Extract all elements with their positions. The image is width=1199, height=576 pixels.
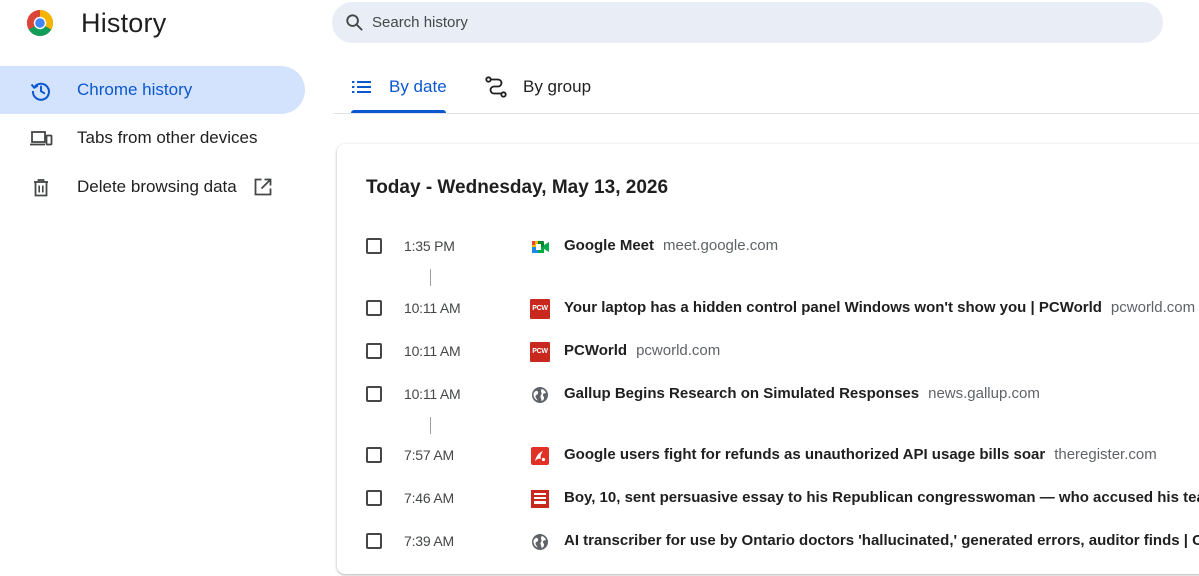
- tab-by-date[interactable]: By date: [351, 66, 447, 114]
- sidebar-item-label: Chrome history: [77, 80, 193, 99]
- history-entry-link[interactable]: Your laptop has a hidden control panel W…: [564, 299, 1199, 316]
- row-checkbox[interactable]: [366, 343, 382, 359]
- page-title: History: [81, 8, 167, 38]
- page-title-text: AI transcriber for use by Ontario doctor…: [564, 532, 1199, 549]
- visit-time: 7:57 AM: [404, 447, 454, 463]
- trash-icon: [34, 179, 48, 197]
- domain-text: pcworld.com: [1110, 299, 1196, 316]
- row-checkbox[interactable]: [366, 300, 382, 316]
- sidebar-item-label: Tabs from other devices: [77, 128, 258, 147]
- the-register-icon: [531, 447, 549, 465]
- domain-text: theregister.com: [1054, 446, 1157, 463]
- row-checkbox[interactable]: [366, 386, 382, 402]
- tabs-divider: [333, 113, 1199, 114]
- date-heading: Today - Wednesday, May 13, 2026: [366, 177, 669, 198]
- time-gap-line: [430, 417, 431, 434]
- history-entry-link[interactable]: Gallup Begins Research on Simulated Resp…: [564, 385, 1199, 402]
- history-entry-link[interactable]: AI transcriber for use by Ontario doctor…: [564, 532, 1199, 549]
- row-checkbox[interactable]: [366, 238, 382, 254]
- journeys-icon: [485, 76, 507, 98]
- history-row[interactable]: 1:35 PM Google Meet meet.google.com: [337, 227, 1199, 267]
- search-icon[interactable]: [345, 13, 364, 32]
- visit-time: 10:11 AM: [404, 343, 461, 359]
- history-entry-link[interactable]: Google Meet meet.google.com: [564, 237, 1199, 254]
- page-title-text: PCWorld: [564, 342, 628, 359]
- row-checkbox[interactable]: [366, 447, 382, 463]
- history-row[interactable]: 7:39 AM AI transcriber for use by Ontari…: [337, 522, 1199, 562]
- page-title-text: Google Meet: [564, 237, 655, 254]
- history-page: History Chrome history Tabs from other d…: [0, 0, 1199, 576]
- visit-time: 7:39 AM: [404, 533, 454, 549]
- sidebar-item-delete-browsing-data[interactable]: Delete browsing data: [0, 163, 300, 211]
- history-entry-link[interactable]: Boy, 10, sent persuasive essay to his Re…: [564, 489, 1199, 506]
- visit-time: 7:46 AM: [404, 490, 454, 506]
- history-row[interactable]: 7:57 AM Google users fight for refunds a…: [337, 436, 1199, 476]
- row-checkbox[interactable]: [366, 490, 382, 506]
- sidebar-item-chrome-history[interactable]: Chrome history: [0, 66, 305, 114]
- chrome-logo-icon: [26, 10, 54, 37]
- domain-text: pcworld.com: [636, 342, 721, 359]
- sidebar-item-tabs-from-other-devices[interactable]: Tabs from other devices: [0, 114, 300, 162]
- tab-by-group[interactable]: By group: [485, 66, 605, 114]
- history-row[interactable]: 7:46 AM Boy, 10, sent persuasive essay t…: [337, 479, 1199, 519]
- domain-text: meet.google.com: [663, 237, 779, 254]
- page-title-text: Your laptop has a hidden control panel W…: [564, 299, 1102, 316]
- globe-icon: [532, 387, 548, 403]
- history-icon: [30, 82, 50, 101]
- tab-label: By date: [389, 77, 447, 96]
- page-title-text: Google users fight for refunds as unauth…: [564, 446, 1046, 463]
- history-entry-link[interactable]: PCWorld pcworld.com: [564, 342, 1199, 359]
- open-in-new-icon: [254, 178, 272, 196]
- search-input[interactable]: [372, 2, 1132, 43]
- history-row[interactable]: 10:11 AM PCW PCWorld pcworld.com: [337, 332, 1199, 372]
- list-icon: [352, 81, 371, 93]
- devices-icon: [30, 131, 53, 146]
- visit-time: 10:11 AM: [404, 386, 461, 402]
- tab-label: By group: [523, 77, 592, 96]
- history-row[interactable]: 10:11 AM PCW Your laptop has a hidden co…: [337, 289, 1199, 329]
- history-card: Today - Wednesday, May 13, 2026 1:35 PM …: [337, 144, 1199, 574]
- time-gap-line: [430, 269, 431, 286]
- domain-text: news.gallup.com: [928, 385, 1040, 402]
- pcworld-icon: PCW: [530, 342, 550, 362]
- search-bar[interactable]: [332, 2, 1163, 43]
- pcworld-icon: PCW: [530, 299, 550, 319]
- visit-time: 10:11 AM: [404, 300, 461, 316]
- page-title-text: Gallup Begins Research on Simulated Resp…: [564, 385, 920, 402]
- google-meet-icon: [532, 241, 549, 253]
- row-checkbox[interactable]: [366, 533, 382, 549]
- globe-icon: [532, 534, 548, 550]
- history-row[interactable]: 10:11 AM Gallup Begins Research on Simul…: [337, 375, 1199, 415]
- page-title-text: Boy, 10, sent persuasive essay to his Re…: [564, 489, 1199, 506]
- sidebar-item-label: Delete browsing data: [77, 177, 237, 196]
- history-entry-link[interactable]: Google users fight for refunds as unauth…: [564, 446, 1199, 463]
- visit-time: 1:35 PM: [404, 238, 455, 254]
- new-york-post-icon: [531, 490, 549, 508]
